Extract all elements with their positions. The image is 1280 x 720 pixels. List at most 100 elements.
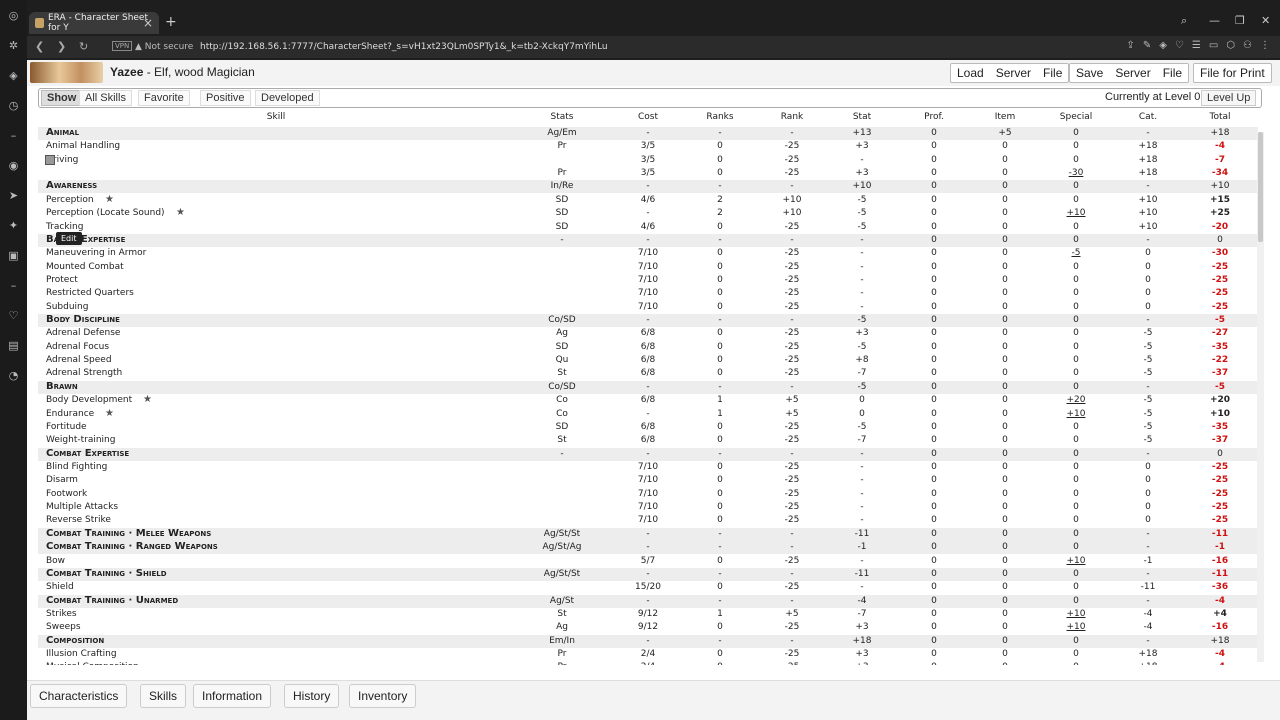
cell-special[interactable]: 0 (1054, 462, 1098, 472)
cell-special[interactable]: 0 (1054, 435, 1098, 445)
skill-row[interactable]: Shield 15/20 0 -25 - 0 0 0 -11 -36 (38, 581, 1258, 594)
skill-row[interactable]: Fortitude SD 6/8 0 -25 -5 0 0 0 -5 -35 (38, 421, 1258, 434)
show-filter-button[interactable]: Show (41, 90, 83, 106)
scrollbar-thumb[interactable] (1258, 132, 1263, 242)
category-row[interactable]: Animal Ag/Em - - - +13 0 +5 0 - +18 (38, 127, 1258, 140)
category-row[interactable]: Brawn Co/SD - - - -5 0 0 0 - -5 (38, 380, 1258, 394)
skill-row[interactable]: Footwork 7/10 0 -25 - 0 0 0 0 -25 (38, 488, 1258, 501)
tab-history[interactable]: History (284, 684, 340, 708)
cell-special[interactable]: 0 (1054, 128, 1098, 138)
close-icon[interactable]: × (143, 16, 153, 30)
file-for-print-button[interactable]: File for Print (1194, 66, 1271, 80)
cell-special[interactable]: 0 (1054, 636, 1098, 646)
column-header-ranks[interactable]: Ranks (698, 112, 742, 125)
level-up-button[interactable]: Level Up (1201, 90, 1257, 106)
load-button[interactable]: Load (951, 66, 990, 80)
column-header-total[interactable]: Total (1198, 112, 1242, 125)
positive-filter-button[interactable]: Positive (200, 90, 251, 106)
twitch-icon[interactable]: ▣ (0, 240, 27, 270)
whatsapp-icon[interactable]: ◉ (0, 150, 27, 180)
vpn-badge[interactable]: VPN (112, 41, 133, 51)
category-row[interactable]: Body Discipline Co/SD - - - -5 0 0 0 - -5 (38, 314, 1258, 328)
skill-row[interactable]: Restricted Quarters 7/10 0 -25 - 0 0 0 0 -25 (38, 287, 1258, 300)
cell-ranks[interactable]: 0 (698, 462, 742, 472)
category-row[interactable]: Combat Training · Ranged Weapons Ag/St/Ag… (38, 541, 1258, 555)
browser-logo-icon[interactable]: ◎ (0, 0, 27, 30)
skill-row[interactable]: Pr 3/5 0 -25 +3 0 0 -30 +18 -34 (38, 167, 1258, 180)
cell-special[interactable]: -5 (1054, 248, 1098, 258)
skill-row[interactable]: Sweeps Ag 9/12 0 -25 +3 0 0 +10 -4 -16 (38, 621, 1258, 634)
cell-special[interactable]: 0 (1054, 502, 1098, 512)
cell-ranks[interactable]: 0 (698, 489, 742, 499)
search-icon[interactable]: ⌕ (1181, 14, 1187, 28)
cell-ranks[interactable]: 1 (698, 395, 742, 405)
cell-ranks[interactable]: - (698, 181, 742, 191)
cell-special[interactable]: 0 (1054, 275, 1098, 285)
tab-inventory[interactable]: Inventory (349, 684, 417, 708)
history-icon[interactable]: ◷ (0, 90, 27, 120)
cell-special[interactable]: 0 (1054, 422, 1098, 432)
telegram-icon[interactable]: ➤ (0, 180, 27, 210)
edit-icon[interactable]: ✎ (1143, 40, 1151, 51)
column-header-stats[interactable]: Stats (536, 112, 588, 125)
skill-row[interactable]: Subduing 7/10 0 -25 - 0 0 0 0 -25 (38, 301, 1258, 314)
cell-special[interactable]: 0 (1054, 489, 1098, 499)
close-window-icon[interactable]: ✕ (1261, 14, 1270, 27)
cell-special[interactable]: 0 (1054, 569, 1098, 579)
url-input[interactable]: http://192.168.56.1:7777/CharacterSheet?… (200, 42, 608, 52)
cell-special[interactable]: 0 (1054, 542, 1098, 552)
skill-row[interactable]: Blind Fighting 7/10 0 -25 - 0 0 0 0 -25 (38, 461, 1258, 474)
cell-special[interactable]: 0 (1054, 475, 1098, 485)
cell-special[interactable]: +20 (1054, 395, 1098, 405)
skill-row[interactable]: Adrenal Focus SD 6/8 0 -25 -5 0 0 0 -5 -35 (38, 341, 1258, 354)
cell-special[interactable]: 0 (1054, 649, 1098, 659)
cell-ranks[interactable]: 0 (698, 288, 742, 298)
cell-ranks[interactable]: 0 (698, 275, 742, 285)
cell-special[interactable]: 0 (1054, 382, 1098, 392)
cell-ranks[interactable]: 0 (698, 248, 742, 258)
skill-row[interactable]: Body Development ★ Co 6/8 1 +5 0 0 0 +20 -5 +20 (38, 394, 1258, 407)
cell-ranks[interactable]: - (698, 529, 742, 539)
save-file-button[interactable]: File (1157, 66, 1188, 80)
cell-special[interactable]: 0 (1054, 342, 1098, 352)
table-scrollbar[interactable] (1257, 132, 1264, 662)
cell-special[interactable]: -30 (1054, 168, 1098, 178)
cell-ranks[interactable]: 0 (698, 302, 742, 312)
favorite-star-icon[interactable]: ★ (105, 408, 114, 419)
skill-row[interactable]: Perception ★ SD 4/6 2 +10 -5 0 0 0 +10 +15 (38, 194, 1258, 207)
column-header-stat[interactable]: Stat (840, 112, 884, 125)
cell-special[interactable]: 0 (1054, 181, 1098, 191)
category-row[interactable]: Combat Training · Unarmed Ag/St - - - -4 0 0 0 - -… (38, 594, 1258, 608)
cell-special[interactable]: 0 (1054, 235, 1098, 245)
cell-special[interactable]: +10 (1054, 409, 1098, 419)
load-server-button[interactable]: Server (990, 66, 1037, 80)
category-row[interactable]: Combat Training · Shield Ag/St/St - - - -11 0 0… (38, 567, 1258, 581)
cell-special[interactable]: 0 (1054, 449, 1098, 459)
cell-ranks[interactable]: 0 (698, 662, 742, 665)
skill-row[interactable]: Strikes St 9/12 1 +5 -7 0 0 +10 -4 +4 (38, 608, 1258, 621)
skill-row[interactable]: Disarm 7/10 0 -25 - 0 0 0 0 -25 (38, 474, 1258, 487)
cell-ranks[interactable]: 0 (698, 582, 742, 592)
cell-special[interactable]: 0 (1054, 222, 1098, 232)
favorite-star-icon[interactable]: ★ (143, 394, 152, 405)
skill-row[interactable]: Animal Handling Pr 3/5 0 -25 +3 0 0 0 +18 -4 (38, 140, 1258, 153)
clock-icon[interactable]: ◔ (0, 360, 27, 390)
browser-tab[interactable]: ERA - Character Sheet for Y × (29, 12, 159, 34)
cell-ranks[interactable]: 0 (698, 435, 742, 445)
cell-ranks[interactable]: 0 (698, 556, 742, 566)
cell-special[interactable]: +10 (1054, 208, 1098, 218)
category-row[interactable]: Composition Em/In - - - +18 0 0 0 - +18 (38, 634, 1258, 648)
cell-ranks[interactable]: 0 (698, 502, 742, 512)
cell-ranks[interactable]: - (698, 315, 742, 325)
cell-special[interactable]: +10 (1054, 622, 1098, 632)
developed-filter-button[interactable]: Developed (255, 90, 320, 106)
cell-special[interactable]: 0 (1054, 288, 1098, 298)
cell-ranks[interactable]: 0 (698, 328, 742, 338)
profile-icon[interactable]: ⚇ (1243, 40, 1252, 51)
load-file-button[interactable]: File (1037, 66, 1068, 80)
tab-characteristics[interactable]: Characteristics (30, 684, 128, 708)
skill-row[interactable]: Endurance ★ Co - 1 +5 0 0 0 +10 -5 +10 (38, 408, 1258, 421)
cell-ranks[interactable]: 0 (698, 262, 742, 272)
new-tab-icon[interactable]: + (165, 14, 177, 30)
heart-icon[interactable]: ♡ (0, 300, 27, 330)
